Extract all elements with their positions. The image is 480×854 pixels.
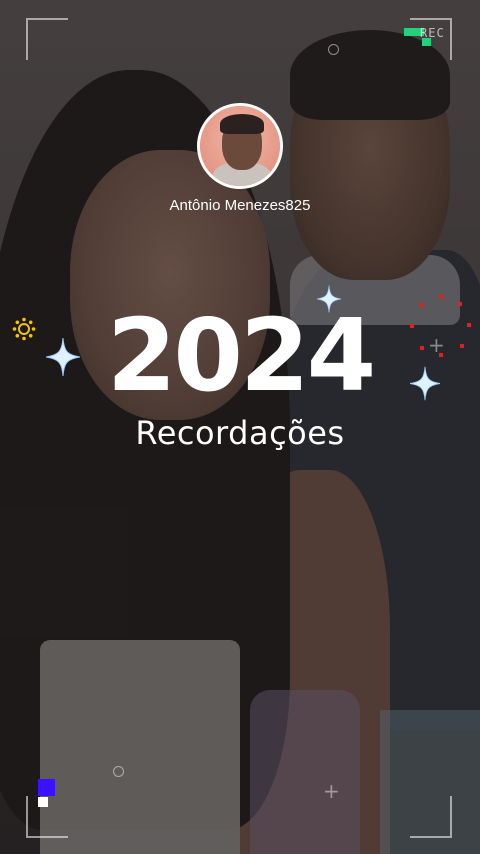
memories-subtitle: Recordações <box>135 414 345 452</box>
white-square-decoration <box>38 797 48 807</box>
username: Antônio Menezes825 <box>169 197 311 214</box>
frame-corner-top-left <box>26 18 68 60</box>
rec-indicator-icon <box>404 28 414 36</box>
avatar[interactable] <box>197 103 283 189</box>
camera-ring-icon <box>113 766 124 777</box>
frame-corner-bottom-right <box>410 796 452 838</box>
camera-ring-icon <box>328 44 339 55</box>
camera-crosshair-icon: + <box>323 779 340 803</box>
year-title: 2024 <box>106 297 376 414</box>
rec-label: REC <box>420 26 445 40</box>
memories-story-screen: REC + + Antônio Menezes825 2024 Recordaç… <box>0 0 480 854</box>
blue-square-decoration <box>38 779 55 796</box>
